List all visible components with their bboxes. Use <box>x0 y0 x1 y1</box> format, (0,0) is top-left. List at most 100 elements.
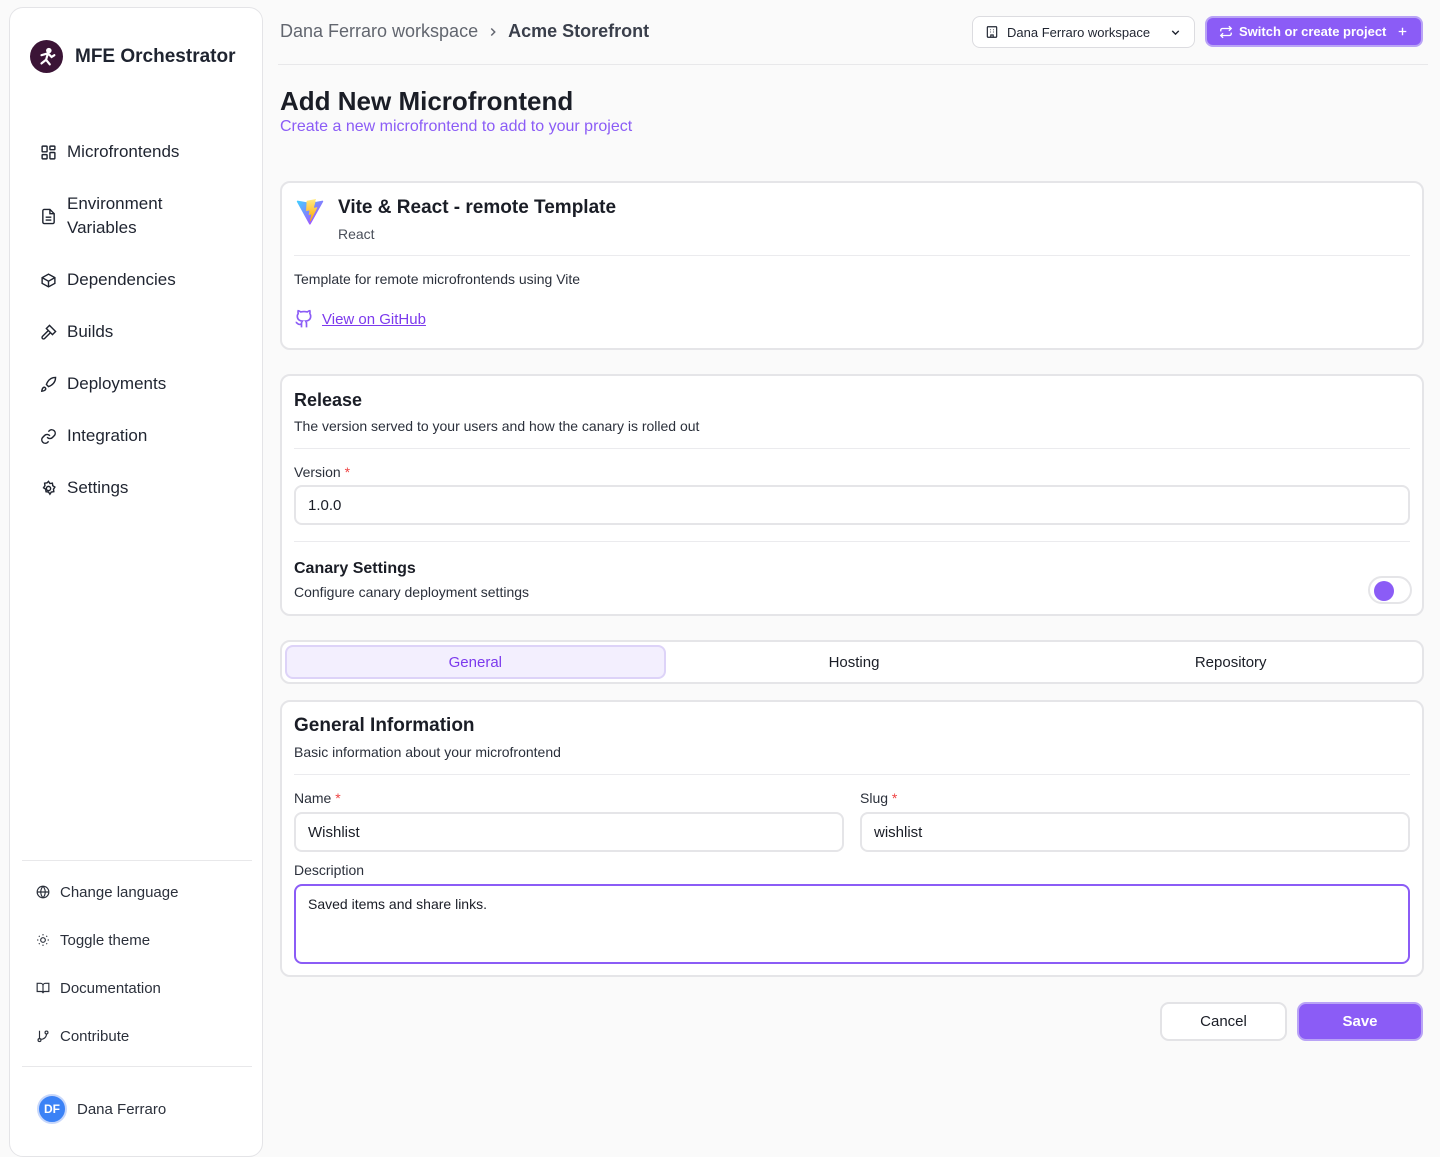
sidebar-utilities: Change language Toggle theme Documentati… <box>30 868 254 1060</box>
avatar: DF <box>37 1094 67 1124</box>
view-on-github-label: View on GitHub <box>322 310 426 328</box>
canary-subtitle: Configure canary deployment settings <box>294 584 530 600</box>
template-title: Vite & React - remote Template <box>338 197 617 218</box>
page-title: Add New Microfrontend <box>280 86 574 116</box>
version-label-text: Version <box>294 464 341 480</box>
general-subtitle: Basic information about your microfronte… <box>294 744 561 760</box>
view-on-github-link[interactable]: View on GitHub <box>294 309 426 329</box>
plus-icon <box>1398 27 1407 36</box>
sidebar-item-integration[interactable]: Integration <box>30 412 254 460</box>
building-icon <box>986 26 998 38</box>
breadcrumb-project: Acme Storefront <box>508 21 650 41</box>
page-subtitle: Create a new microfrontend to add to you… <box>280 118 633 135</box>
brand[interactable]: MFE Orchestrator <box>30 40 235 73</box>
fighter-logo-icon <box>30 40 63 73</box>
divider <box>294 541 1410 542</box>
git-branch-icon <box>37 1030 49 1043</box>
toggle-theme-label: Toggle theme <box>60 931 151 949</box>
sidebar-item-label: Deployments <box>67 374 167 393</box>
tab-repository[interactable]: Repository <box>1042 645 1419 679</box>
version-value: 1.0.0 <box>308 496 342 514</box>
toggle-theme-button[interactable]: Toggle theme <box>30 916 254 964</box>
sun-icon <box>37 934 49 946</box>
sidebar-item-deployments[interactable]: Deployments <box>30 360 254 408</box>
github-icon <box>295 309 312 328</box>
sidebar-item-label: Settings <box>67 478 129 497</box>
sidebar-item-label: Microfrontends <box>67 142 180 161</box>
gear-icon <box>42 479 56 495</box>
workspace-select[interactable]: Dana Ferraro workspace <box>972 16 1195 48</box>
description-textarea[interactable]: Saved items and share links. <box>294 884 1410 964</box>
user-menu[interactable]: DF Dana Ferraro <box>37 1094 166 1124</box>
sidebar-item-label: Environment Variables <box>67 194 163 237</box>
slug-value: wishlist <box>874 823 923 841</box>
required-marker: * <box>891 790 898 806</box>
sidebar-item-dependencies[interactable]: Dependencies <box>30 256 254 304</box>
hammer-icon <box>41 323 57 340</box>
contribute-link[interactable]: Contribute <box>30 1012 254 1060</box>
release-title: Release <box>294 390 363 410</box>
documentation-label: Documentation <box>60 979 161 997</box>
sidebar-divider <box>22 860 252 861</box>
switch-project-button[interactable]: Switch or create project <box>1205 16 1423 47</box>
divider <box>294 448 1410 449</box>
vite-logo-icon <box>295 197 325 232</box>
workspace-select-value: Dana Ferraro workspace <box>1007 24 1151 40</box>
template-description: Template for remote microfrontends using… <box>294 271 581 287</box>
name-input[interactable]: Wishlist <box>294 812 844 852</box>
divider <box>294 255 1410 256</box>
file-text-icon <box>42 208 55 224</box>
sidebar-item-label: Integration <box>67 426 148 445</box>
sidebar-item-label: Dependencies <box>67 270 176 289</box>
package-icon <box>41 272 56 288</box>
name-value: Wishlist <box>308 823 360 841</box>
required-marker: * <box>335 790 341 806</box>
rocket-icon <box>40 376 57 392</box>
toggle-knob <box>1374 581 1394 601</box>
top-bar: Dana Ferraro workspace Acme Storefront D… <box>278 0 1428 65</box>
name-label: Name * <box>294 790 341 806</box>
sidebar-item-settings[interactable]: Settings <box>30 464 254 512</box>
user-name: Dana Ferraro <box>77 1100 167 1118</box>
description-label: Description <box>294 862 365 878</box>
sidebar-divider <box>22 1066 252 1067</box>
sidebar: MFE Orchestrator Microfrontends Environm… <box>9 7 263 1157</box>
change-language-label: Change language <box>60 883 179 901</box>
grid-icon <box>41 144 56 160</box>
general-title: General Information <box>294 715 475 736</box>
release-subtitle: The version served to your users and how… <box>294 418 700 434</box>
link-icon <box>41 428 56 444</box>
slug-input[interactable]: wishlist <box>860 812 1410 852</box>
divider <box>294 774 1410 775</box>
book-icon <box>36 982 50 994</box>
form-tabs: General Hosting Repository <box>280 640 1424 684</box>
version-input[interactable]: 1.0.0 <box>294 485 1410 525</box>
canary-title: Canary Settings <box>294 560 416 577</box>
breadcrumb: Dana Ferraro workspace Acme Storefront <box>280 21 649 42</box>
contribute-label: Contribute <box>60 1027 130 1045</box>
sidebar-item-environment-variables[interactable]: Environment Variables <box>30 180 254 252</box>
sidebar-item-label: Builds <box>67 322 114 341</box>
sidebar-nav: Microfrontends Environment Variables Dep… <box>30 128 254 512</box>
chevron-down-icon <box>1171 29 1180 35</box>
arrows-swap-icon <box>1219 25 1233 38</box>
brand-name: MFE Orchestrator <box>75 45 236 67</box>
canary-toggle[interactable] <box>1368 576 1412 604</box>
name-label-text: Name <box>294 790 332 806</box>
description-value: Saved items and share links. <box>308 896 487 912</box>
template-card: Vite & React - remote Template React Tem… <box>280 181 1424 350</box>
tab-general[interactable]: General <box>285 645 666 679</box>
cancel-button[interactable]: Cancel <box>1160 1002 1287 1041</box>
documentation-link[interactable]: Documentation <box>30 964 254 1012</box>
sidebar-item-microfrontends[interactable]: Microfrontends <box>30 128 254 176</box>
chevron-right-icon <box>490 27 496 36</box>
save-button[interactable]: Save <box>1297 1002 1423 1041</box>
version-label: Version * <box>294 464 350 480</box>
sidebar-item-builds[interactable]: Builds <box>30 308 254 356</box>
release-card: Release The version served to your users… <box>280 374 1424 616</box>
slug-label-text: Slug <box>860 790 889 806</box>
breadcrumb-workspace[interactable]: Dana Ferraro workspace <box>280 21 478 42</box>
tab-hosting[interactable]: Hosting <box>666 645 1043 679</box>
change-language-button[interactable]: Change language <box>30 868 254 916</box>
general-information-card: General Information Basic information ab… <box>280 700 1424 977</box>
